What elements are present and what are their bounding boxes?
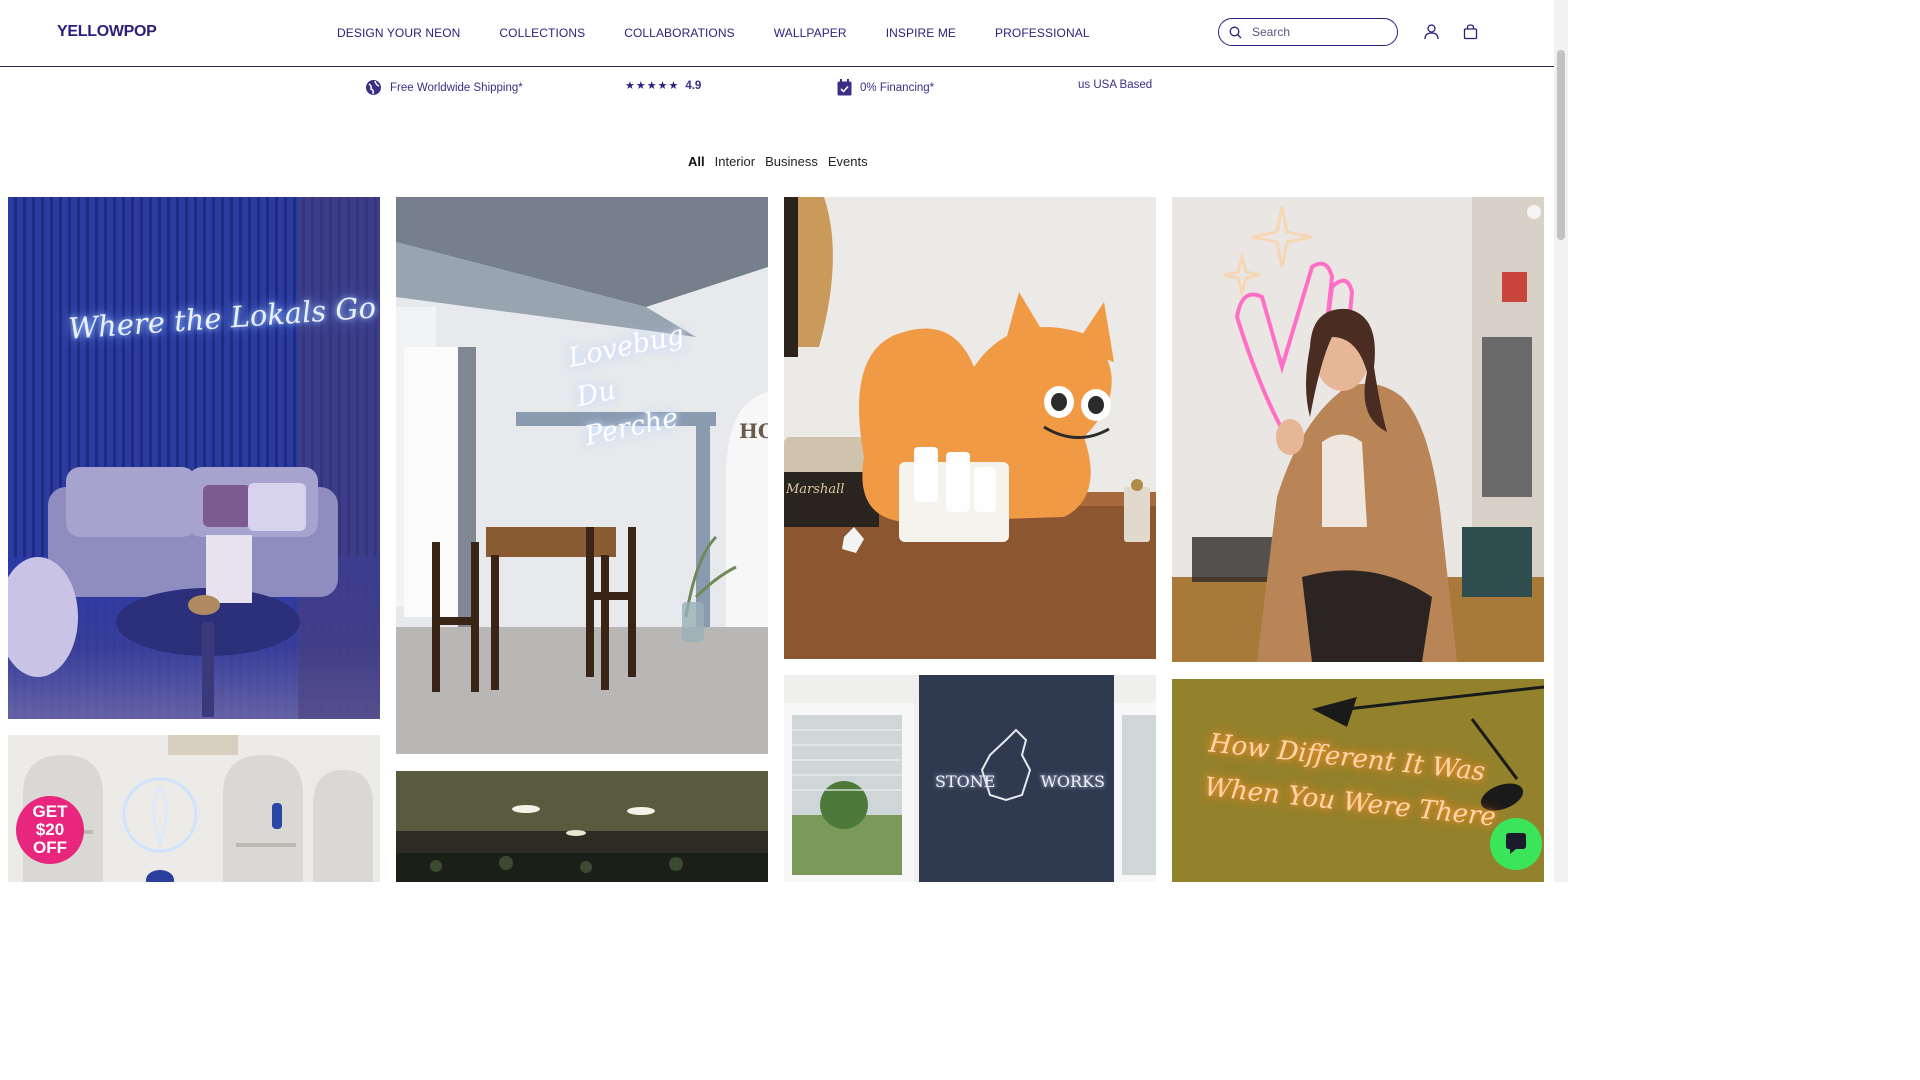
wall-lettering: HOY [739,419,768,443]
search-input[interactable] [1250,24,1384,40]
site-logo[interactable]: YELLOWPOP [57,23,157,41]
promo-line-2: $20 [35,820,65,839]
nav-inspire-me[interactable]: INSPIRE ME [886,26,956,40]
nav-wallpaper[interactable]: WALLPAPER [774,26,847,40]
tile-image [396,771,768,882]
perk-rating: ★★★★★ 4.9 [625,79,702,93]
tile-image [1172,197,1544,662]
search-icon [1229,26,1242,38]
perk-financing: 0% Financing* [837,79,934,96]
speaker-brand: Marshall [786,482,845,497]
promo-line-3: OFF [33,838,67,857]
tile-image [8,197,380,719]
globe-icon [366,80,381,95]
perk-usa-text: us USA Based [1078,79,1153,91]
gallery-tile-dining[interactable]: Lovebug Du Perche HOY [396,197,768,754]
nav-collaborations[interactable]: COLLABORATIONS [624,26,735,40]
search-box[interactable] [1218,18,1398,46]
gallery-tile-cat[interactable]: Marshall [784,197,1156,659]
gallery-tile-stoneworks[interactable]: STONE WORKS [784,675,1156,882]
tab-all[interactable]: All [688,154,705,169]
neon-sign-text: STONE WORKS [934,772,1106,791]
account-icon[interactable] [1424,24,1439,40]
chat-button[interactable] [1490,818,1542,870]
cart-icon[interactable] [1463,24,1478,40]
nav-collections[interactable]: COLLECTIONS [499,26,585,40]
discount-promo-button[interactable]: GET $20 OFF [16,796,84,864]
neon-sign-text: Lovebug Du Perche [565,319,687,453]
tab-interior[interactable]: Interior [715,154,755,169]
tab-events[interactable]: Events [828,154,868,169]
gallery-tile-how-different[interactable]: How Different It Was When You Were There [1172,679,1544,882]
nav-professional[interactable]: PROFESSIONAL [995,26,1090,40]
promo-line-1: GET [32,802,68,821]
tile-image [396,197,768,754]
rating-value: 4.9 [685,79,702,92]
tile-image [784,197,1156,659]
tab-business[interactable]: Business [765,154,818,169]
gallery-tile-lokals[interactable]: Where the Lokals Go [8,197,380,719]
perk-shipping: Free Worldwide Shipping* [365,79,523,96]
perk-usa: us USA Based [1078,79,1152,91]
scrollbar-thumb[interactable] [1557,50,1565,240]
page-scrollbar[interactable] [1554,0,1568,882]
filter-tabs: All Interior Business Events [688,154,878,169]
nav-design-your-neon[interactable]: DESIGN YOUR NEON [337,26,460,40]
rating-stars: ★★★★★ [625,80,680,92]
chat-bubble-icon [1506,833,1526,854]
site-header: YELLOWPOP DESIGN YOUR NEON COLLECTIONS C… [0,0,1554,67]
gallery-tile-dark-room[interactable] [396,771,768,882]
gallery-tile-hand-sign[interactable] [1172,197,1544,662]
calendar-check-icon [837,79,852,96]
perk-financing-text: 0% Financing* [860,81,935,94]
main-nav: DESIGN YOUR NEON COLLECTIONS COLLABORATI… [337,26,1129,40]
perk-shipping-text: Free Worldwide Shipping* [390,81,523,94]
